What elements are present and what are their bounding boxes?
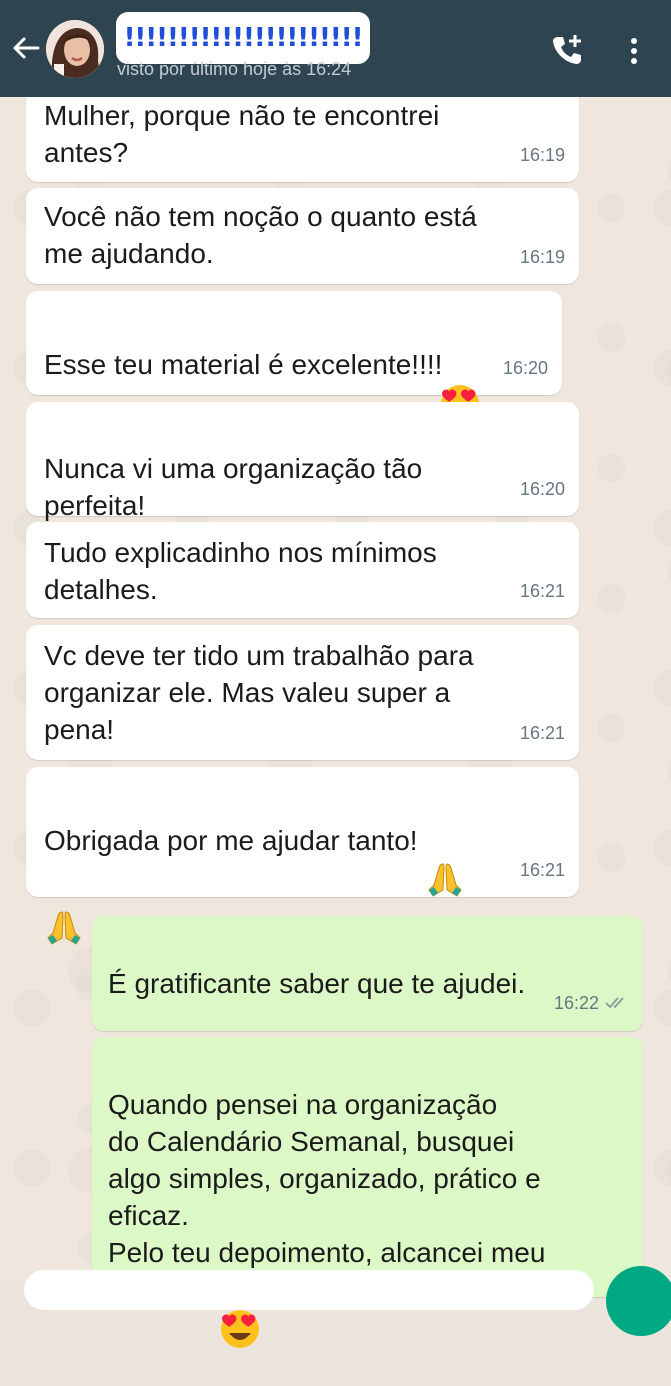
add-call-icon[interactable] bbox=[550, 33, 584, 67]
message-bubble-incoming[interactable]: Você não tem noção o quanto está me ajud… bbox=[26, 188, 579, 284]
contact-name-text: !!!!!!!!!!!!!!!!!!!!!! bbox=[123, 23, 364, 53]
message-time: 16:19 bbox=[519, 247, 565, 267]
mic-button[interactable] bbox=[606, 1266, 671, 1336]
heart-eyes-emoji-icon bbox=[440, 347, 480, 423]
message-time: 16:19 bbox=[519, 145, 565, 165]
last-seen-status: visto por último hoje às 16:24 bbox=[117, 59, 352, 79]
message-time: 16:21 bbox=[519, 860, 565, 880]
message-text: Obrigada por me ajudar tanto! bbox=[44, 785, 465, 945]
back-arrow-icon[interactable] bbox=[10, 32, 42, 64]
message-text: Vc deve ter tido um trabalhão para organ… bbox=[44, 640, 474, 745]
message-input-field[interactable] bbox=[24, 1270, 594, 1310]
message-text-content: Obrigada por me ajudar tanto! bbox=[44, 825, 426, 856]
message-bubble-incoming[interactable]: Obrigada por me ajudar tanto! 16:21 bbox=[26, 767, 579, 945]
message-text-content: Nunca vi uma organização tão perfeita! bbox=[44, 453, 423, 521]
message-text-content: Esse teu material é excelente!!!! bbox=[44, 349, 443, 380]
more-vert-icon[interactable] bbox=[624, 35, 644, 69]
contact-avatar[interactable] bbox=[46, 20, 104, 78]
message-text: É gratificante saber que te ajudei. bbox=[108, 928, 526, 1084]
folded-hands-emoji-icon bbox=[425, 823, 465, 897]
message-bubble-incoming[interactable]: Tudo explicadinho nos mínimos detalhes. … bbox=[26, 522, 579, 618]
message-list[interactable]: Mulher, porque não te encontrei antes? 1… bbox=[0, 0, 671, 1348]
message-bubble-incoming[interactable]: Esse teu material é excelente!!!! 16:20 bbox=[26, 291, 562, 423]
message-bubble-incoming[interactable]: Mulher, porque não te encontrei antes? 1… bbox=[26, 90, 579, 182]
contact-name[interactable]: !!!!!!!!!!!!!!!!!!!!!! bbox=[116, 12, 370, 64]
message-time: 16:20 bbox=[519, 479, 565, 499]
chat-header: !!!!!!!!!!!!!!!!!!!!!! visto por último … bbox=[0, 0, 671, 97]
message-time-text: 16:22 bbox=[553, 993, 599, 1014]
message-bubble-incoming[interactable]: Nunca vi uma organização tão perfeita! 1… bbox=[26, 402, 579, 562]
message-text: Nunca vi uma organização tão perfeita! bbox=[44, 413, 423, 562]
message-text: Mulher, porque não te encontrei antes? bbox=[44, 100, 440, 168]
message-text: Você não tem noção o quanto está me ajud… bbox=[44, 201, 477, 269]
message-text-content: É gratificante saber que te ajudei. bbox=[108, 968, 526, 999]
message-bubble-outgoing[interactable]: Quando pensei na organização do Calendár… bbox=[92, 1037, 643, 1348]
message-bubble-outgoing[interactable]: É gratificante saber que te ajudei. 16:2… bbox=[92, 916, 643, 1084]
message-text: Tudo explicadinho nos mínimos detalhes. bbox=[44, 537, 437, 605]
message-time: 16:22 bbox=[554, 985, 629, 1023]
message-bubble-incoming[interactable]: Vc deve ter tido um trabalhão para organ… bbox=[26, 625, 579, 760]
folded-hands-emoji-icon bbox=[44, 871, 84, 945]
message-time: 16:21 bbox=[519, 723, 565, 743]
message-time: 16:21 bbox=[519, 581, 565, 601]
message-time: 16:20 bbox=[502, 358, 548, 378]
message-text: Esse teu material é excelente!!!! bbox=[44, 309, 480, 423]
double-check-read-icon bbox=[605, 986, 629, 1023]
